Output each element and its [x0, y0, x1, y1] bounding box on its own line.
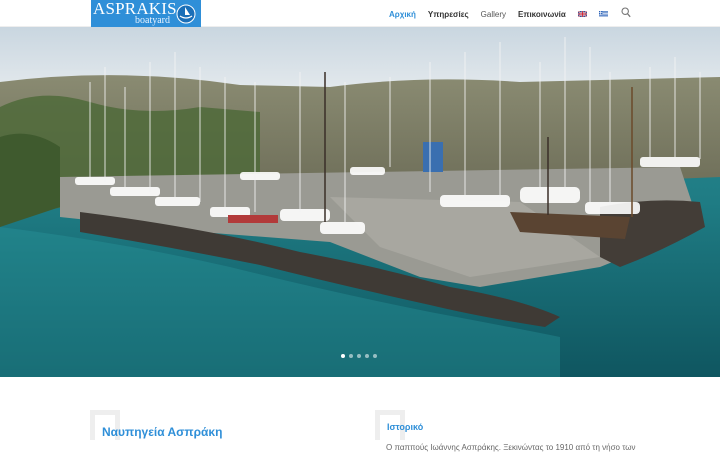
boat-logo-icon [176, 4, 196, 24]
nav-item-home[interactable]: Αρχική [389, 10, 416, 19]
hero-slider[interactable] [0, 27, 720, 377]
slider-dot[interactable] [341, 354, 345, 358]
logo-tagline: boatyard [135, 15, 170, 26]
site-logo[interactable]: ASPRAKIS boatyard [91, 0, 201, 27]
slider-dot[interactable] [349, 354, 353, 358]
history-text: Ο παππούς Ιωάννης Ασπράκης. Ξεκινώντας τ… [386, 443, 636, 452]
search-icon[interactable] [621, 7, 631, 18]
slider-dot[interactable] [357, 354, 361, 358]
slider-dot[interactable] [365, 354, 369, 358]
history-heading: Ιστορικό [387, 422, 424, 432]
main-nav: Αρχική Υπηρεσίες Gallery Επικοινωνία [389, 8, 620, 20]
content-section: Ναυπηγεία Ασπράκη Ιστορικό Ο παππούς Ιωά… [0, 377, 720, 452]
boatyard-aerial-photo [0, 27, 720, 377]
site-header: ASPRAKIS boatyard Αρχική Υπηρεσίες Galle… [0, 0, 720, 27]
nav-item-gallery[interactable]: Gallery [481, 10, 506, 19]
shipyard-heading: Ναυπηγεία Ασπράκη [102, 425, 223, 439]
nav-item-contact[interactable]: Επικοινωνία [518, 10, 566, 19]
greek-flag-icon[interactable] [598, 11, 608, 17]
slider-dot[interactable] [373, 354, 377, 358]
english-flag-icon[interactable] [577, 11, 587, 17]
slider-pagination [341, 354, 381, 358]
nav-item-services[interactable]: Υπηρεσίες [428, 10, 469, 19]
